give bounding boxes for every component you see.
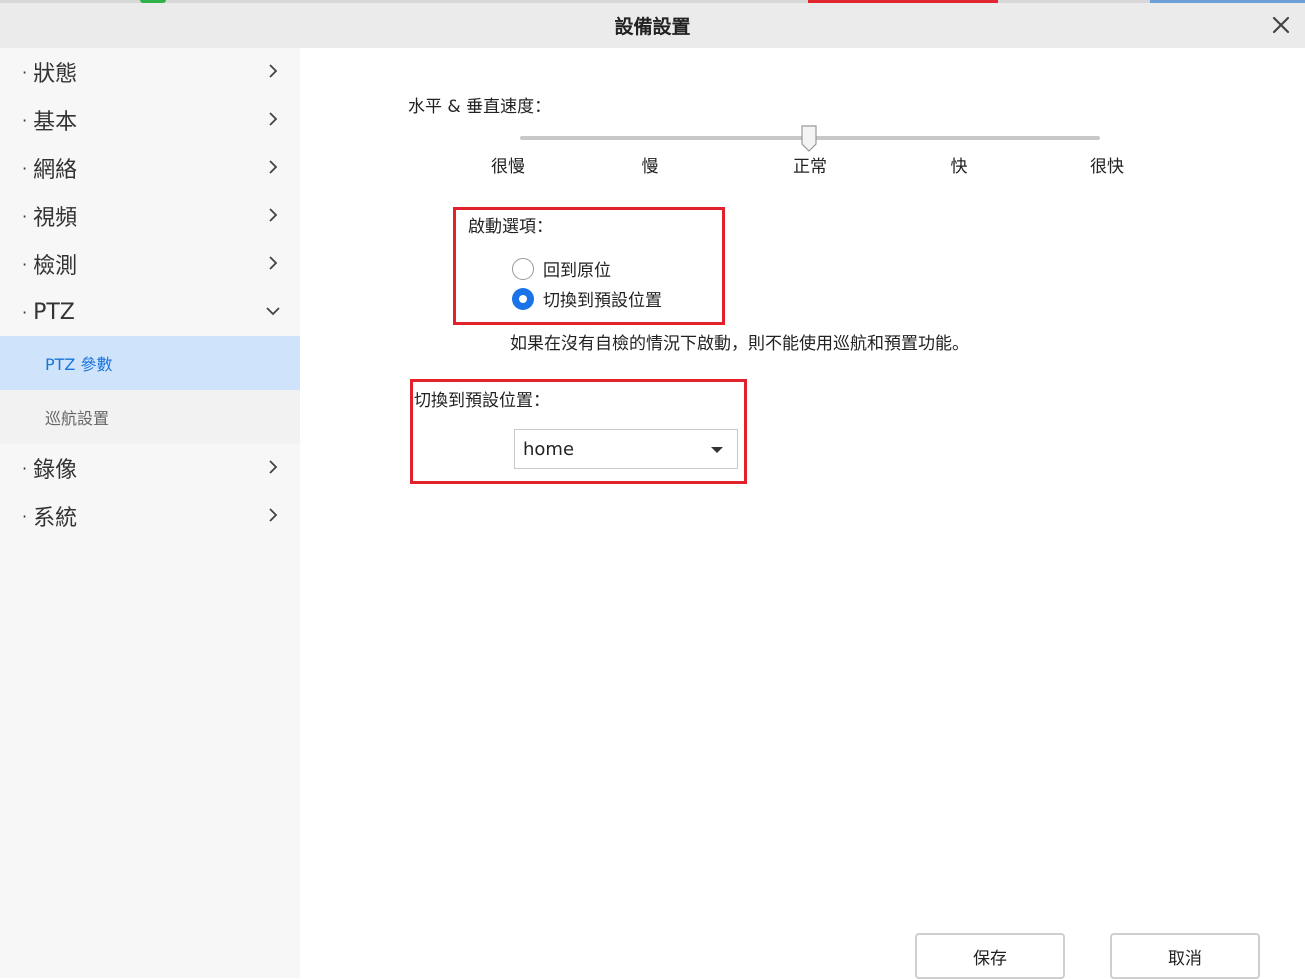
chevron-right-icon bbox=[269, 208, 278, 222]
bullet: · bbox=[22, 506, 28, 526]
sidebar-item-ptz[interactable]: · PTZ bbox=[0, 288, 300, 336]
sidebar-item-label: 視頻 bbox=[33, 206, 78, 231]
speed-tick-very-slow: 很慢 bbox=[491, 157, 525, 177]
bullet: · bbox=[22, 110, 28, 130]
sidebar-item-video[interactable]: · 視頻 bbox=[0, 192, 300, 240]
sidebar-item-system[interactable]: · 系統 bbox=[0, 492, 300, 540]
bullet: · bbox=[22, 62, 28, 82]
sidebar-item-label: 錄像 bbox=[33, 458, 78, 483]
sidebar-item-network[interactable]: · 網絡 bbox=[0, 144, 300, 192]
dropdown-caret-icon bbox=[711, 447, 723, 453]
speed-label: 水平 & 垂直速度： bbox=[408, 97, 552, 117]
sidebar-item-label: 狀態 bbox=[33, 62, 78, 87]
sidebar-item-status[interactable]: · 狀態 bbox=[0, 48, 300, 96]
bullet: · bbox=[22, 206, 28, 226]
preset-label: 切換到預設位置： bbox=[414, 391, 550, 411]
dialog-title: 設備設置 bbox=[614, 16, 691, 38]
bullet: · bbox=[22, 158, 28, 178]
startup-option-return-home[interactable]: 回到原位 bbox=[512, 256, 611, 281]
ptz-params-panel: 水平 & 垂直速度： 很慢 慢 正常 快 很快 啟動選項： 回到原位 切換到預設… bbox=[300, 48, 1305, 979]
chevron-right-icon bbox=[269, 460, 278, 474]
startup-option-goto-preset[interactable]: 切換到預設位置 bbox=[512, 286, 662, 311]
sidebar-subitem-ptz-params[interactable]: PTZ 參數 bbox=[0, 336, 300, 390]
cancel-button[interactable]: 取消 bbox=[1110, 933, 1260, 979]
bullet: · bbox=[22, 302, 28, 322]
chevron-down-icon bbox=[266, 307, 280, 316]
speed-tick-very-fast: 很快 bbox=[1090, 157, 1124, 177]
sidebar-item-label: 系統 bbox=[33, 506, 78, 531]
speed-tick-fast: 快 bbox=[950, 157, 968, 177]
startup-options-label: 啟動選項： bbox=[468, 217, 553, 237]
bullet: · bbox=[22, 458, 28, 478]
settings-sidebar: · 狀態 · 基本 · 網絡 · 視頻 · 檢測 · PTZ PTZ 參數 巡航… bbox=[0, 48, 300, 978]
speed-tick-slow: 慢 bbox=[641, 157, 659, 177]
speed-tick-normal: 正常 bbox=[793, 157, 827, 177]
save-button[interactable]: 保存 bbox=[915, 933, 1065, 979]
chevron-right-icon bbox=[269, 256, 278, 270]
chevron-right-icon bbox=[269, 64, 278, 78]
chevron-right-icon bbox=[269, 508, 278, 522]
sidebar-item-detection[interactable]: · 檢測 bbox=[0, 240, 300, 288]
bullet: · bbox=[22, 254, 28, 274]
radio-label: 回到原位 bbox=[543, 261, 611, 281]
close-icon[interactable] bbox=[1269, 13, 1293, 37]
sidebar-item-label: 檢測 bbox=[33, 254, 78, 279]
sidebar-item-label: 基本 bbox=[33, 110, 78, 135]
dialog-titlebar: 設備設置 bbox=[0, 3, 1305, 48]
preset-select[interactable]: home bbox=[514, 429, 738, 469]
chevron-right-icon bbox=[269, 112, 278, 126]
sidebar-item-label: PTZ bbox=[33, 299, 75, 325]
sidebar-item-basic[interactable]: · 基本 bbox=[0, 96, 300, 144]
speed-slider-handle[interactable] bbox=[800, 125, 818, 153]
startup-note: 如果在沒有自檢的情況下啟動，則不能使用巡航和預置功能。 bbox=[510, 334, 969, 354]
chevron-right-icon bbox=[269, 160, 278, 174]
radio-button-checked[interactable] bbox=[512, 287, 534, 310]
radio-button-unchecked[interactable] bbox=[512, 257, 534, 280]
radio-label: 切換到預設位置 bbox=[543, 291, 662, 311]
sidebar-subitem-cruise-settings[interactable]: 巡航設置 bbox=[0, 390, 300, 444]
sidebar-item-recording[interactable]: · 錄像 bbox=[0, 444, 300, 492]
sidebar-item-label: 網絡 bbox=[33, 158, 78, 183]
preset-select-value: home bbox=[523, 438, 575, 460]
